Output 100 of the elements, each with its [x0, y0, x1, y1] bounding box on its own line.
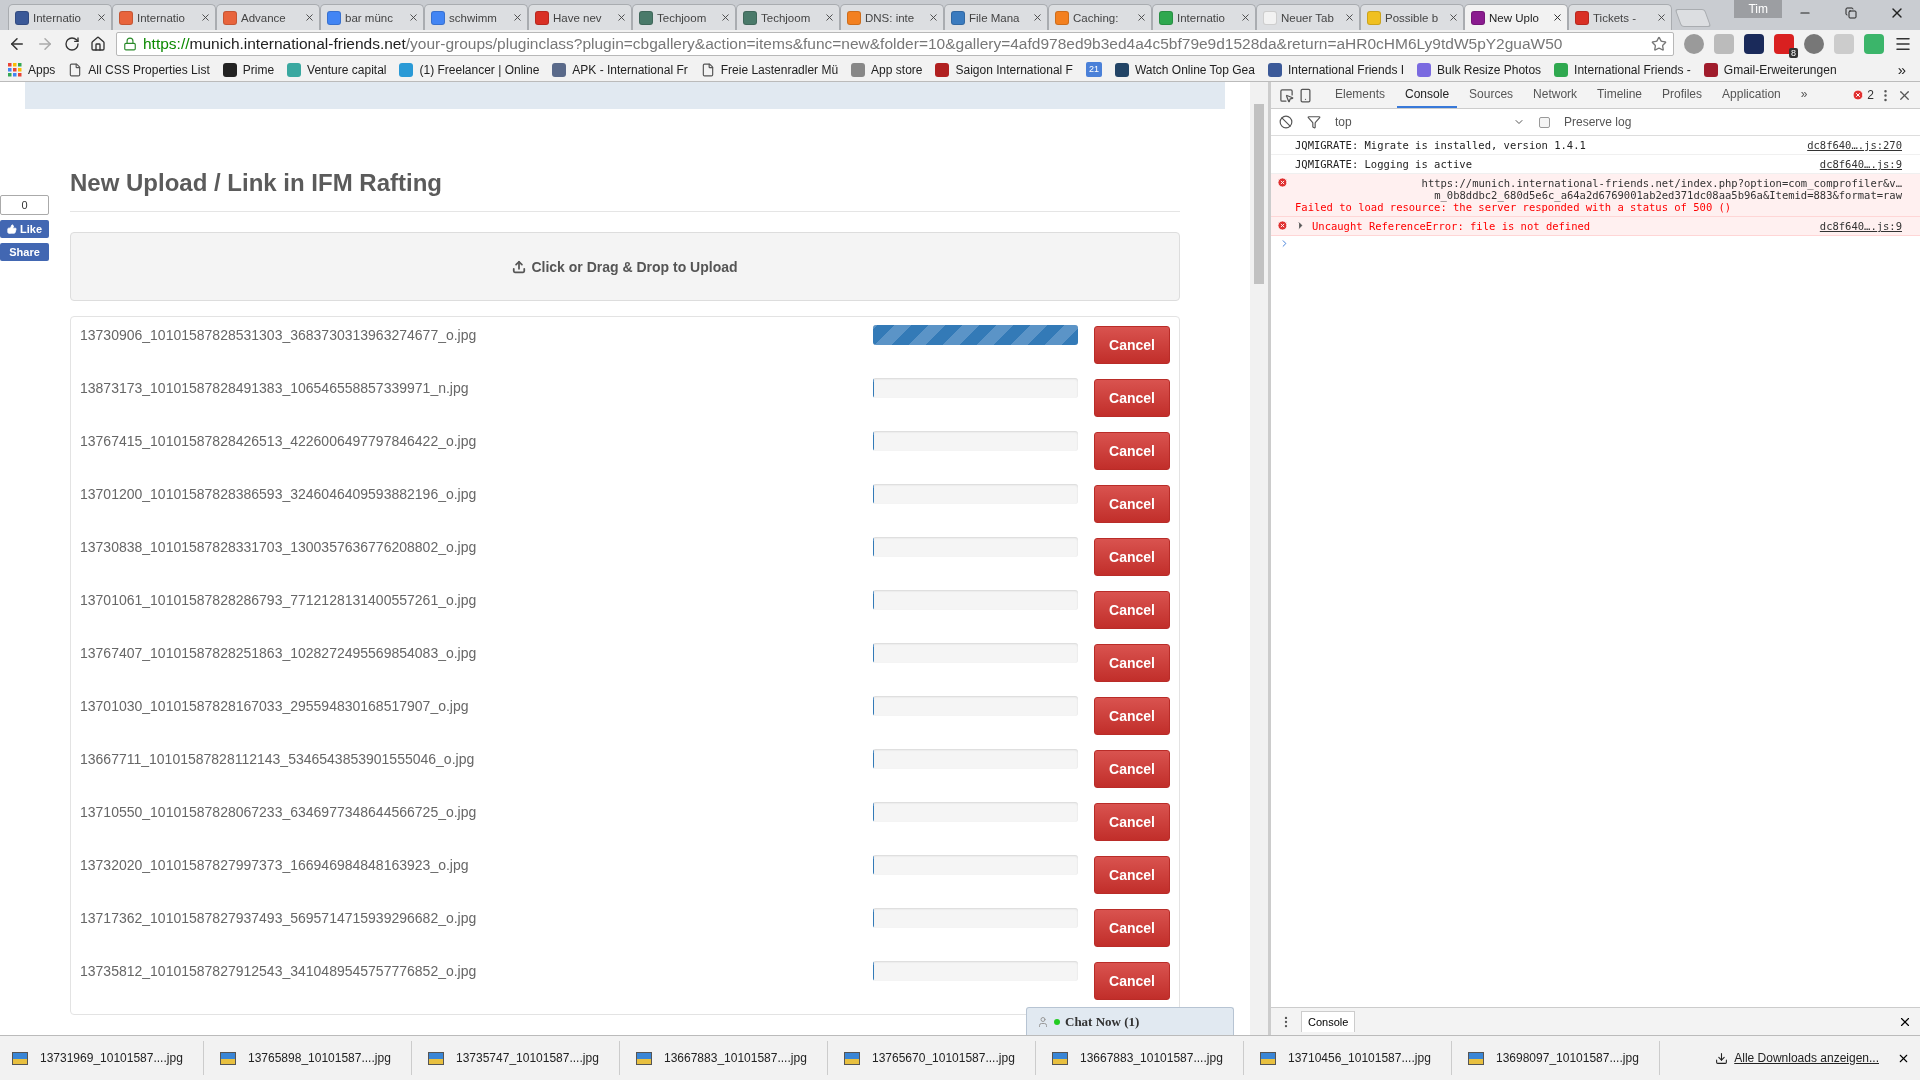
chat-button[interactable]: Chat Now (1) — [1026, 1007, 1234, 1035]
close-icon[interactable] — [408, 12, 419, 23]
back-icon[interactable] — [8, 35, 26, 53]
reload-icon[interactable] — [64, 36, 80, 52]
close-icon[interactable] — [1448, 12, 1459, 23]
close-icon[interactable] — [1240, 12, 1251, 23]
close-icon[interactable] — [1656, 12, 1667, 23]
close-icon[interactable] — [96, 12, 107, 23]
browser-tab[interactable]: Internatio — [1152, 4, 1256, 30]
close-icon[interactable] — [824, 12, 835, 23]
bookmark[interactable]: (1) Freelancer | Online — [399, 62, 540, 77]
devtools-tab[interactable]: Console — [1397, 82, 1458, 108]
source-link[interactable]: dc8f640….js:270 — [1807, 139, 1902, 151]
restore-icon[interactable] — [1845, 7, 1857, 19]
extension-icon[interactable] — [1744, 34, 1764, 54]
cancel-button[interactable]: Cancel — [1094, 697, 1170, 735]
bookmark[interactable]: Saigon International F — [935, 62, 1073, 77]
browser-tab[interactable]: Have nev — [528, 4, 632, 30]
download-item[interactable]: 13667883_10101587....jpg — [1044, 1041, 1244, 1075]
browser-tab[interactable]: Techjoom — [632, 4, 736, 30]
browser-tab[interactable]: Internatio — [8, 4, 112, 30]
browser-tab[interactable]: Neuer Tab — [1256, 4, 1360, 30]
close-icon[interactable] — [1136, 12, 1147, 23]
devtools-tab[interactable]: Network — [1525, 82, 1586, 108]
cancel-button[interactable]: Cancel — [1094, 379, 1170, 417]
error-count[interactable]: 2 — [1852, 82, 1874, 108]
cancel-button[interactable]: Cancel — [1094, 485, 1170, 523]
bookmark[interactable]: App store — [851, 62, 923, 77]
close-icon[interactable] — [304, 12, 315, 23]
bookmark[interactable]: International Friends I — [1268, 62, 1405, 77]
bookmark[interactable]: Watch Online Top Gea — [1114, 62, 1255, 77]
cancel-button[interactable]: Cancel — [1094, 326, 1170, 364]
close-icon[interactable] — [1552, 12, 1563, 23]
resource-url[interactable]: m_0b8ddbc2_680d5e6c_a64a2d6769001ab2ed371dc08aa5b96a&Itemid=883&format=raw — [1295, 189, 1902, 201]
bookmark[interactable]: APK - International Fr — [552, 62, 688, 77]
close-icon[interactable] — [1032, 12, 1043, 23]
browser-tab[interactable]: Possible b — [1360, 4, 1464, 30]
cancel-button[interactable]: Cancel — [1094, 750, 1170, 788]
cancel-button[interactable]: Cancel — [1094, 803, 1170, 841]
bookmark[interactable]: Venture capital — [287, 62, 387, 77]
extension-icon[interactable] — [1804, 34, 1824, 54]
address-field[interactable]: https://munich.international-friends.net/your-groups/pluginclass?plugin=cbgallery&action=items&func=new&folder=10&gallery=4afd978ed9b3ed4a4c5bf79e9d1528da&return=aHR0cHM6Ly9tdW5pY2guaW50 — [116, 32, 1674, 56]
bookmark[interactable]: International Friends - — [1554, 62, 1691, 77]
download-item[interactable]: 13735747_10101587....jpg — [420, 1041, 620, 1075]
cancel-button[interactable]: Cancel — [1094, 591, 1170, 629]
browser-tab[interactable]: Techjoom — [736, 4, 840, 30]
filter-icon[interactable] — [1307, 115, 1321, 129]
cancel-button[interactable]: Cancel — [1094, 909, 1170, 947]
close-icon[interactable] — [616, 12, 627, 23]
browser-tab[interactable]: Tickets - — [1568, 4, 1672, 30]
close-icon[interactable] — [720, 12, 731, 23]
download-item[interactable]: 13667883_10101587....jpg — [628, 1041, 828, 1075]
resource-url[interactable]: https://munich.international-friends.net/index.php?option=com_comprofiler&v… — [1295, 177, 1902, 189]
show-all-downloads-link[interactable]: Alle Downloads anzeigen... — [1715, 1051, 1879, 1065]
cancel-button[interactable]: Cancel — [1094, 432, 1170, 470]
share-button[interactable]: Share — [0, 243, 49, 261]
clear-icon[interactable] — [1279, 115, 1293, 129]
browser-tab[interactable]: Advance — [216, 4, 320, 30]
source-link[interactable]: dc8f640….js:9 — [1819, 158, 1902, 170]
scrollbar[interactable] — [1250, 82, 1268, 1035]
devtools-tab[interactable]: Timeline — [1589, 82, 1650, 108]
close-icon[interactable] — [1344, 12, 1355, 23]
close-icon[interactable] — [200, 12, 211, 23]
cancel-button[interactable]: Cancel — [1094, 644, 1170, 682]
star-icon[interactable] — [1651, 36, 1667, 52]
devtools-tab[interactable]: Sources — [1461, 82, 1522, 108]
context-select[interactable]: top — [1335, 115, 1525, 129]
checkbox[interactable] — [1539, 116, 1550, 128]
cancel-button[interactable]: Cancel — [1094, 538, 1170, 576]
close-icon[interactable] — [512, 12, 523, 23]
devtools-tab[interactable]: Elements — [1327, 82, 1394, 108]
home-icon[interactable] — [90, 36, 106, 52]
menu-icon[interactable] — [1894, 35, 1912, 53]
inspect-icon[interactable] — [1279, 87, 1294, 103]
bookmark[interactable]: Bulk Resize Photos — [1417, 62, 1542, 77]
cancel-button[interactable]: Cancel — [1094, 962, 1170, 1000]
browser-tab[interactable]: schwimm — [424, 4, 528, 30]
browser-tab[interactable]: Internatio — [112, 4, 216, 30]
browser-tab[interactable]: New Uplo — [1464, 4, 1568, 30]
download-item[interactable]: 13698097_10101587....jpg — [1460, 1041, 1660, 1075]
cancel-button[interactable]: Cancel — [1094, 856, 1170, 894]
bookmark[interactable]: All CSS Properties List — [68, 62, 210, 77]
browser-tab[interactable]: Caching: — [1048, 4, 1152, 30]
browser-tab[interactable]: bar münc — [320, 4, 424, 30]
drawer-tab[interactable]: Console — [1301, 1011, 1356, 1032]
upload-dropzone[interactable]: Click or Drag & Drop to Upload — [70, 232, 1180, 301]
download-item[interactable]: 13731969_10101587....jpg — [4, 1041, 204, 1075]
close-icon[interactable] — [928, 12, 939, 23]
more-tabs-button[interactable]: » — [1792, 82, 1816, 108]
devtools-tab[interactable]: Profiles — [1654, 82, 1711, 108]
download-item[interactable]: 13765898_10101587....jpg — [212, 1041, 412, 1075]
download-item[interactable]: 13765670_10101587....jpg — [836, 1041, 1036, 1075]
bookmark[interactable]: Gmail-Erweiterungen — [1703, 62, 1837, 77]
browser-tab[interactable]: DNS: inte — [840, 4, 944, 30]
source-link[interactable]: dc8f640….js:9 — [1819, 220, 1902, 232]
more-bookmarks-button[interactable]: » — [1897, 61, 1906, 78]
bookmark[interactable]: Apps — [8, 62, 56, 77]
device-icon[interactable] — [1298, 87, 1313, 103]
browser-tab[interactable]: File Mana — [944, 4, 1048, 30]
calendar-bookmark[interactable]: 21 — [1085, 62, 1102, 77]
